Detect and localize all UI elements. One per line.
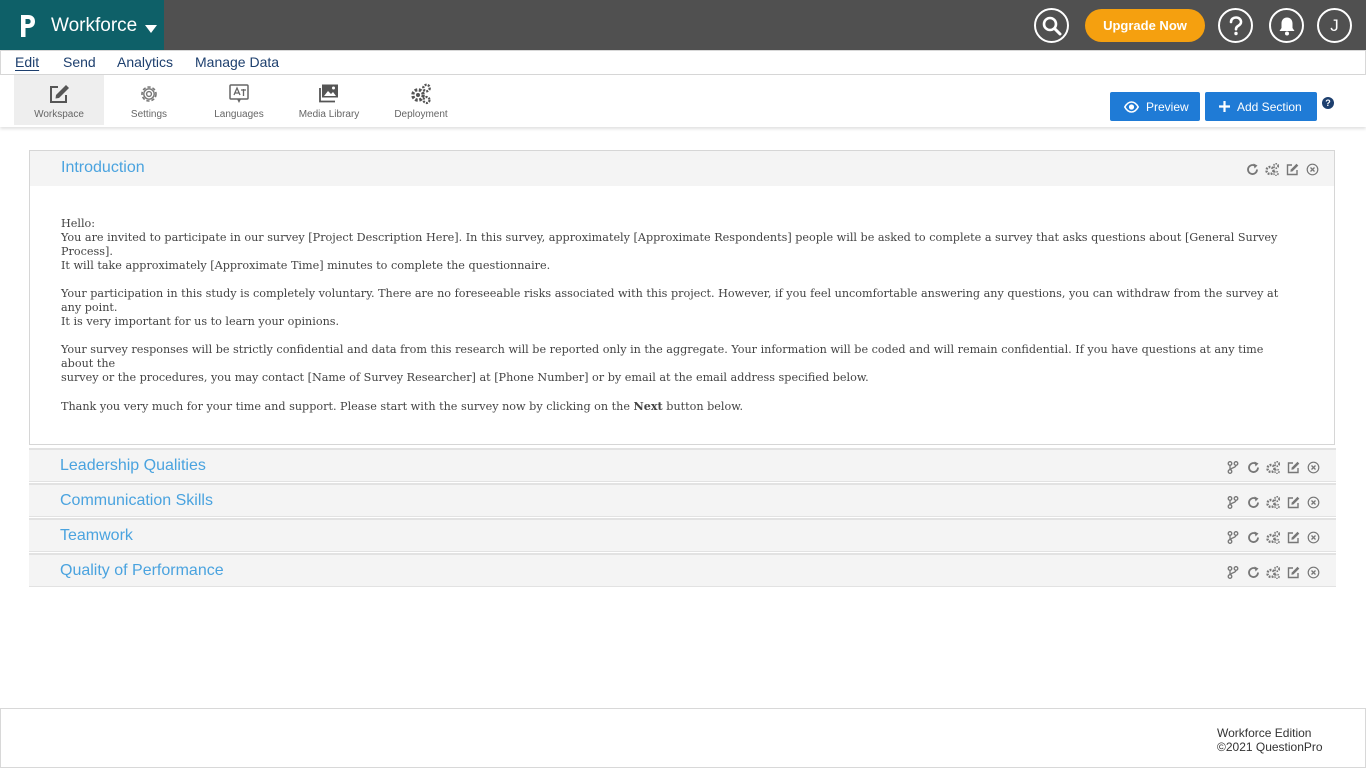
user-avatar-button[interactable]: J: [1317, 8, 1352, 43]
refresh-icon[interactable]: [1246, 530, 1260, 544]
search-button[interactable]: [1034, 8, 1069, 43]
question-mark-icon: [1229, 15, 1242, 35]
tool-settings-label: Settings: [130, 109, 168, 120]
section-teamwork[interactable]: Teamwork: [29, 518, 1336, 552]
images-icon: [319, 84, 338, 103]
edit-icon[interactable]: [1286, 530, 1300, 544]
section-settings-icon[interactable]: [1266, 530, 1280, 544]
tool-languages-label: Languages: [214, 109, 264, 120]
intro-paragraph-2-line-1: Your participation in this study is comp…: [61, 287, 1279, 314]
section-title[interactable]: Leadership Qualities: [60, 457, 206, 475]
notifications-button[interactable]: [1269, 8, 1304, 43]
footer: Workforce Edition ©2021 QuestionPro: [0, 708, 1366, 768]
refresh-icon[interactable]: [1245, 162, 1259, 176]
section-settings-icon[interactable]: [1266, 460, 1280, 474]
chevron-down-icon: [145, 25, 157, 33]
edit-icon: [50, 85, 69, 103]
plus-icon: [1219, 101, 1230, 112]
section-actions: [1226, 460, 1320, 474]
section-header: Introduction: [30, 151, 1334, 186]
top-bar: Workforce Upgrade Now J: [0, 0, 1366, 50]
section-title[interactable]: Quality of Performance: [60, 562, 224, 580]
branch-icon[interactable]: [1226, 565, 1240, 579]
intro-paragraph-3-line-1: Your survey responses will be strictly c…: [61, 343, 1264, 370]
edit-icon[interactable]: [1286, 565, 1300, 579]
gears-icon: [411, 83, 431, 105]
footer-copyright: ©2021 QuestionPro: [1217, 740, 1323, 754]
section-settings-icon[interactable]: [1266, 495, 1280, 509]
section-settings-icon[interactable]: [1265, 162, 1279, 176]
refresh-icon[interactable]: [1246, 495, 1260, 509]
tool-media-library[interactable]: Media Library: [284, 75, 374, 125]
tool-media-library-label: Media Library: [298, 109, 360, 120]
help-button[interactable]: [1218, 8, 1253, 43]
section-introduction: Introduction Hello: You are invited to p…: [29, 150, 1335, 445]
close-icon[interactable]: [1305, 162, 1319, 176]
branch-icon[interactable]: [1226, 530, 1240, 544]
edit-icon[interactable]: [1285, 162, 1299, 176]
menu-manage-data[interactable]: Manage Data: [195, 54, 279, 70]
translate-icon: [229, 84, 249, 103]
branch-icon[interactable]: [1226, 495, 1240, 509]
close-icon[interactable]: [1306, 460, 1320, 474]
footer-edition: Workforce Edition: [1217, 726, 1312, 740]
questionpro-logo-icon: [21, 15, 35, 37]
intro-paragraph-2-line-2: It is very important for us to learn you…: [61, 315, 340, 328]
intro-paragraph-3-line-2: survey or the procedures, you may contac…: [61, 371, 869, 384]
upgrade-now-button[interactable]: Upgrade Now: [1085, 9, 1205, 42]
tool-deployment-label: Deployment: [394, 109, 448, 120]
menu-edit[interactable]: Edit: [15, 54, 39, 70]
close-icon[interactable]: [1306, 495, 1320, 509]
add-section-label: Add Section: [1237, 99, 1302, 114]
edit-icon[interactable]: [1286, 495, 1300, 509]
section-communication-skills[interactable]: Communication Skills: [29, 483, 1336, 517]
preview-label: Preview: [1146, 99, 1189, 114]
section-quality-of-performance[interactable]: Quality of Performance: [29, 553, 1336, 587]
intro-paragraph-1-line-1: You are invited to participate in our su…: [61, 231, 1278, 258]
search-icon: [1042, 16, 1061, 35]
section-settings-icon[interactable]: [1266, 565, 1280, 579]
intro-paragraph-1-line-2: It will take approximately [Approximate …: [61, 259, 551, 272]
tool-settings[interactable]: Settings: [104, 75, 194, 125]
editor-toolbar: Workspace Settings Languages Media Libra…: [0, 75, 1366, 127]
close-icon[interactable]: [1306, 530, 1320, 544]
section-title[interactable]: Communication Skills: [60, 492, 213, 510]
section-actions: [1226, 530, 1320, 544]
refresh-icon[interactable]: [1246, 565, 1260, 579]
product-name: Workforce: [51, 15, 138, 36]
next-keyword: Next: [633, 399, 663, 413]
branch-icon[interactable]: [1226, 460, 1240, 474]
bell-icon: [1279, 17, 1294, 35]
eye-icon: [1124, 100, 1139, 113]
section-title[interactable]: Introduction: [61, 159, 145, 177]
tool-deployment[interactable]: Deployment: [374, 75, 468, 125]
tool-workspace-label: Workspace: [34, 109, 84, 120]
tool-languages[interactable]: Languages: [194, 75, 284, 125]
main-menu: Edit Send Analytics Manage Data: [0, 50, 1366, 75]
preview-button[interactable]: Preview: [1110, 92, 1200, 121]
add-section-button[interactable]: Add Section: [1205, 92, 1317, 121]
close-icon[interactable]: [1306, 565, 1320, 579]
edit-icon[interactable]: [1286, 460, 1300, 474]
gear-icon: [141, 86, 157, 102]
add-section-help-icon[interactable]: ?: [1322, 97, 1334, 109]
refresh-icon[interactable]: [1246, 460, 1260, 474]
product-switcher[interactable]: Workforce: [0, 0, 164, 50]
section-actions: [1245, 162, 1319, 176]
section-title[interactable]: Teamwork: [60, 527, 133, 545]
greeting-text: Hello:: [61, 217, 96, 230]
intro-paragraph-4-end: button below.: [662, 400, 744, 413]
section-actions: [1226, 495, 1320, 509]
section-actions: [1226, 565, 1320, 579]
tool-workspace[interactable]: Workspace: [14, 75, 104, 125]
menu-analytics[interactable]: Analytics: [117, 54, 173, 70]
menu-send[interactable]: Send: [63, 54, 96, 70]
introduction-text: Hello: You are invited to participate in…: [61, 217, 1281, 428]
section-leadership-qualities[interactable]: Leadership Qualities: [29, 448, 1336, 482]
intro-paragraph-4-start: Thank you very much for your time and su…: [61, 400, 634, 413]
